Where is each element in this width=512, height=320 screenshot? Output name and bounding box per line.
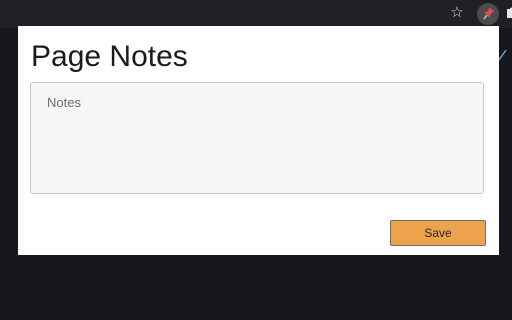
browser-toolbar: ☆	[0, 0, 512, 28]
popup-title: Page Notes	[31, 40, 188, 73]
notes-textarea[interactable]	[30, 82, 484, 194]
extension-popup: Page Notes Save	[18, 26, 499, 255]
page-accent-stroke	[498, 49, 507, 61]
save-button[interactable]: Save	[390, 220, 486, 246]
star-icon[interactable]: ☆	[449, 5, 465, 21]
extension-pin-button[interactable]	[477, 3, 499, 25]
puzzle-icon[interactable]	[505, 6, 512, 20]
url-bar[interactable]	[0, 3, 470, 25]
pin-icon	[483, 7, 494, 20]
